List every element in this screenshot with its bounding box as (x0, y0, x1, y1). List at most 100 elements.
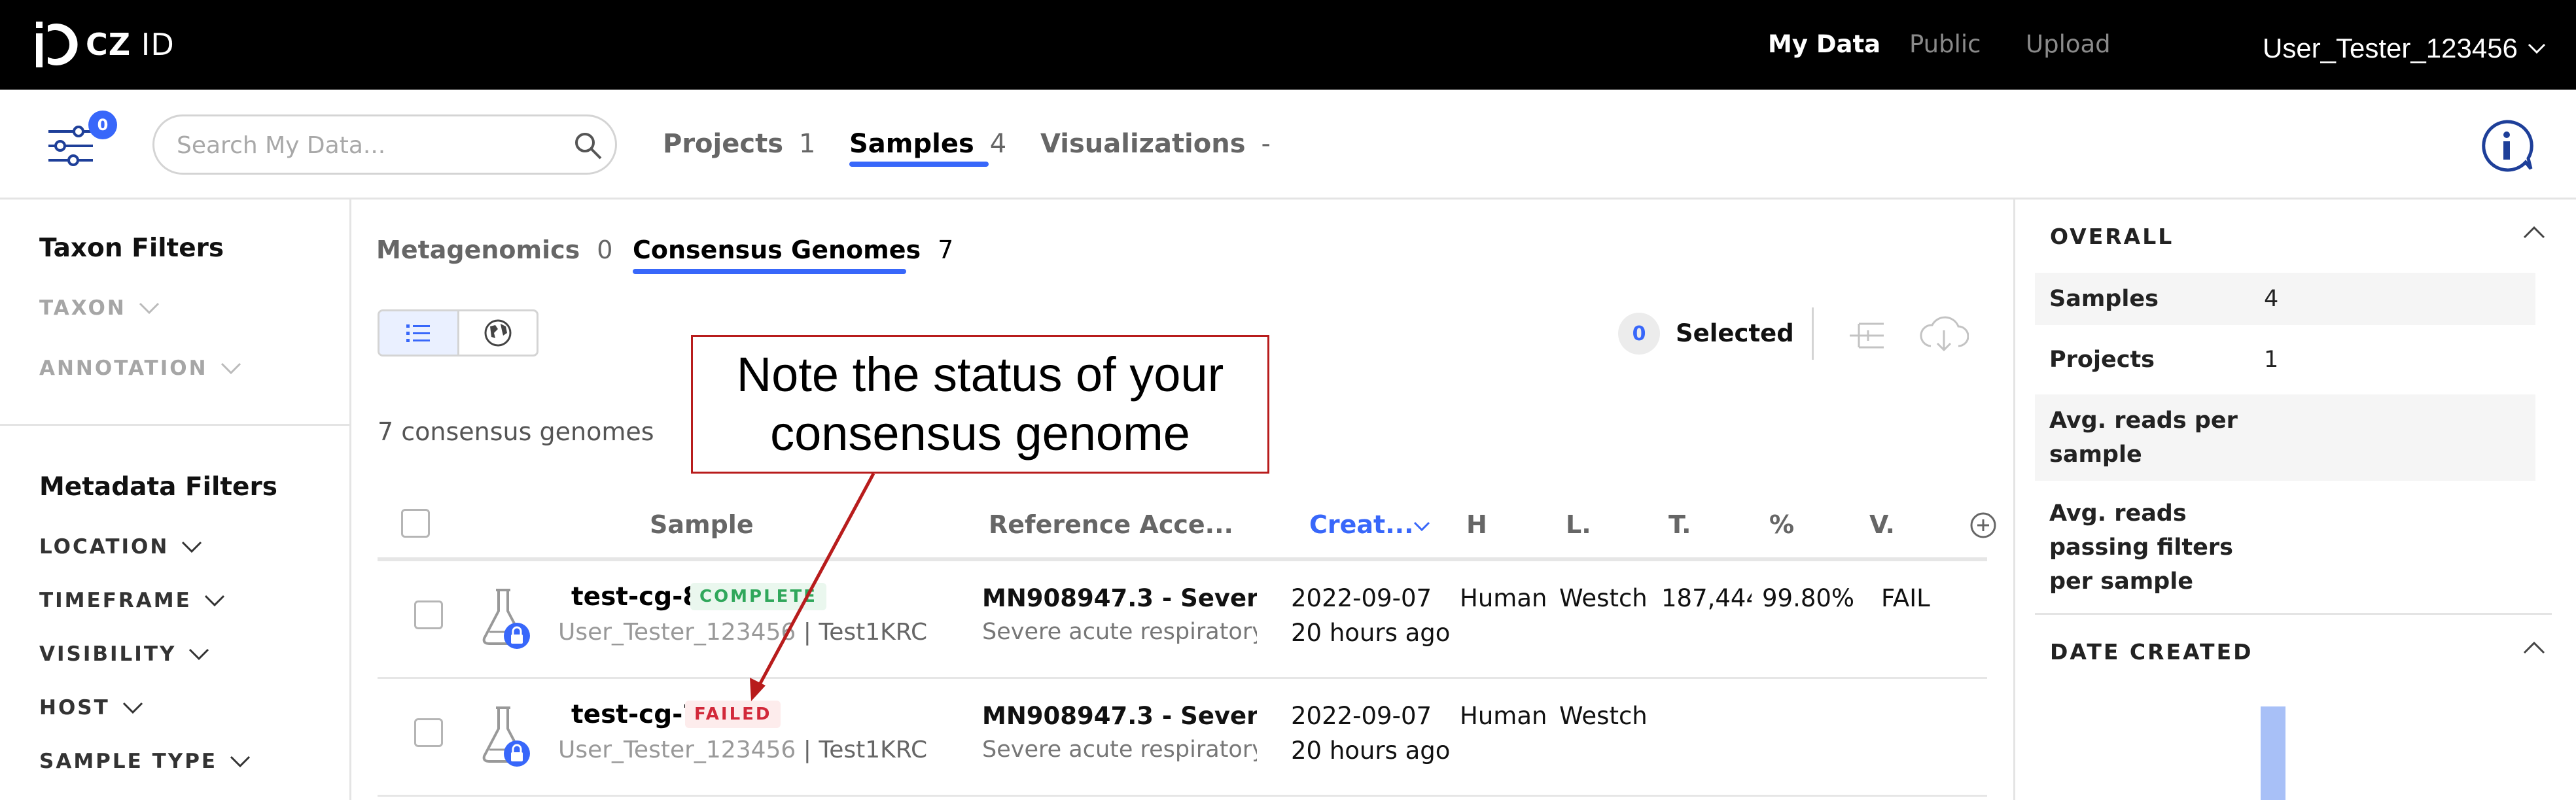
tab-consensus-genomes-label: Consensus Genomes (633, 235, 921, 264)
reference-accession-name: Severe acute respiratory... (982, 737, 1257, 763)
tab-metagenomics[interactable]: Metagenomics 0 (376, 235, 612, 264)
column-location[interactable]: L. (1566, 510, 1591, 539)
column-created[interactable]: Creat... (1309, 510, 1414, 539)
logo-text: ID (131, 27, 175, 62)
search-icon[interactable] (572, 130, 605, 162)
tab-samples-count: 4 (989, 129, 1007, 159)
user-name: User_Tester_123456 (2263, 33, 2518, 63)
map-view-button[interactable] (459, 311, 537, 355)
annotation-callout: Note the status of your consensus genome (691, 335, 1269, 474)
tab-samples[interactable]: Samples 4 (849, 129, 1006, 159)
sample-project[interactable]: Test1KRC (819, 619, 927, 646)
column-reference-accession[interactable]: Reference Acce... (989, 510, 1233, 539)
stats-panel: OVERALL Samples 4 Projects 1 Avg. reads pe… (2013, 200, 2576, 800)
sample-project[interactable]: Test1KRC (819, 737, 927, 763)
add-column-icon[interactable] (1969, 512, 1997, 539)
filter-annotation[interactable]: ANNOTATION (39, 357, 242, 380)
column-percent-coverage[interactable]: % (1769, 510, 1794, 539)
date-histogram-bar[interactable] (2261, 706, 2285, 800)
filter-taxon[interactable]: TAXON (39, 296, 160, 320)
sort-descending-icon[interactable] (1413, 521, 1431, 532)
stats-divider (2035, 613, 2552, 615)
search-box[interactable] (152, 114, 617, 175)
created-relative: 20 hours ago (1291, 737, 1451, 765)
tab-visualizations-count: - (1261, 129, 1271, 159)
sample-owner-project: User_Tester_123456 | Test1KRC (558, 737, 928, 763)
header-bar: 0 Projects 1 Samples 4 Visualizations- (0, 90, 2576, 200)
row-checkbox[interactable] (414, 600, 443, 629)
genome-count: 7 consensus genomes (378, 417, 654, 446)
czid-logo-icon (36, 22, 78, 67)
chevron-down-icon (204, 595, 224, 607)
chevron-down-icon (221, 362, 241, 375)
select-all-checkbox[interactable] (401, 509, 430, 538)
stat-value: 1 (2264, 347, 2279, 373)
table-row[interactable]: test-cg-8 COMPLETE User_Tester_123456 | … (378, 561, 1987, 679)
stat-row-avg-reads-passing: Avg. reads passing filters per sample (2035, 487, 2535, 608)
tab-projects[interactable]: Projects 1 (663, 129, 815, 159)
nav-my-data[interactable]: My Data (1768, 30, 1880, 58)
tab-visualizations-label: Visualizations (1040, 129, 1246, 159)
taxon-filters-title: Taxon Filters (39, 234, 224, 263)
filter-annotation-label: ANNOTATION (39, 357, 208, 380)
tab-consensus-genomes[interactable]: Consensus Genomes 7 (633, 235, 953, 264)
sample-name[interactable]: test-cg-7 (571, 700, 701, 729)
sample-owner-project: User_Tester_123456 | Test1KRC (558, 619, 928, 646)
selected-label: Selected (1676, 319, 1794, 347)
chevron-up-icon[interactable] (2522, 640, 2546, 655)
tab-samples-label: Samples (849, 129, 974, 159)
coverage-value: 99.80% (1762, 584, 1855, 612)
chevron-down-icon (230, 756, 251, 768)
filter-host-label: HOST (39, 696, 110, 720)
info-icon[interactable] (2480, 119, 2533, 173)
stat-row-samples: Samples 4 (2035, 273, 2535, 325)
created-date: 2022-09-07 (1291, 584, 1432, 612)
filter-host[interactable]: HOST (39, 696, 144, 720)
created-date: 2022-09-07 (1291, 702, 1432, 730)
stat-label: Avg. reads passing filters per sample (2049, 500, 2233, 595)
filter-timeframe[interactable]: TIMEFRAME (39, 589, 226, 612)
main-content: Metagenomics 0 Consensus Genomes 7 0 Selec… (351, 200, 2013, 800)
filter-location[interactable]: LOCATION (39, 535, 203, 559)
chevron-down-icon (2528, 43, 2545, 54)
sidebar-divider (0, 424, 349, 426)
stat-row-avg-reads: Avg. reads per sample (2035, 394, 2535, 481)
column-vadr[interactable]: V. (1869, 510, 1895, 539)
metadata-filters-title: Metadata Filters (39, 472, 277, 502)
filter-sample-type-label: SAMPLE TYPE (39, 750, 218, 773)
nav-public[interactable]: Public (1909, 30, 1981, 58)
created-relative: 20 hours ago (1291, 619, 1451, 647)
sample-name[interactable]: test-cg-8 (571, 582, 701, 612)
list-view-button[interactable] (379, 311, 459, 355)
download-cloud-icon[interactable] (1919, 312, 1969, 354)
overall-title: OVERALL (2050, 224, 2174, 249)
filter-taxon-label: TAXON (39, 296, 126, 320)
czid-logo[interactable]: CZ ID (36, 18, 175, 71)
stat-label: Samples (2049, 286, 2159, 312)
row-checkbox[interactable] (414, 718, 443, 747)
table-header: Sample Reference Acce... Creat... H L. T… (378, 483, 1996, 561)
tab-visualizations[interactable]: Visualizations - (1040, 129, 1271, 159)
reference-accession: MN908947.3 - Sever... (982, 584, 1257, 612)
filters-sidebar: Taxon Filters TAXON ANNOTATION Metadata … (0, 200, 351, 800)
phylo-tree-icon[interactable] (1847, 316, 1886, 354)
tab-metagenomics-label: Metagenomics (376, 235, 580, 264)
logo-text-bold: CZ (86, 27, 132, 62)
reference-accession-name: Severe acute respiratory... (982, 619, 1257, 645)
filter-visibility[interactable]: VISIBILITY (39, 642, 210, 666)
chevron-down-icon (139, 302, 159, 315)
column-sample[interactable]: Sample (650, 510, 754, 539)
host-value: Human (1460, 584, 1547, 612)
chevron-up-icon[interactable] (2522, 224, 2546, 240)
column-host[interactable]: H (1466, 510, 1487, 539)
host-value: Human (1460, 702, 1547, 730)
table-row[interactable]: test-cg-7 FAILED User_Tester_123456 | Te… (378, 679, 1987, 797)
total-reads-value: 187,444 (1661, 584, 1752, 612)
column-total-reads[interactable]: T. (1668, 510, 1691, 539)
stat-row-projects: Projects 1 (2035, 334, 2535, 386)
user-menu[interactable]: User_Tester_123456 (2263, 33, 2547, 64)
search-input[interactable] (177, 128, 556, 162)
nav-upload[interactable]: Upload (2026, 30, 2111, 58)
filter-sample-type[interactable]: SAMPLE TYPE (39, 750, 251, 773)
top-nav: CZ ID My Data Public Upload User_Tester_… (0, 0, 2576, 90)
